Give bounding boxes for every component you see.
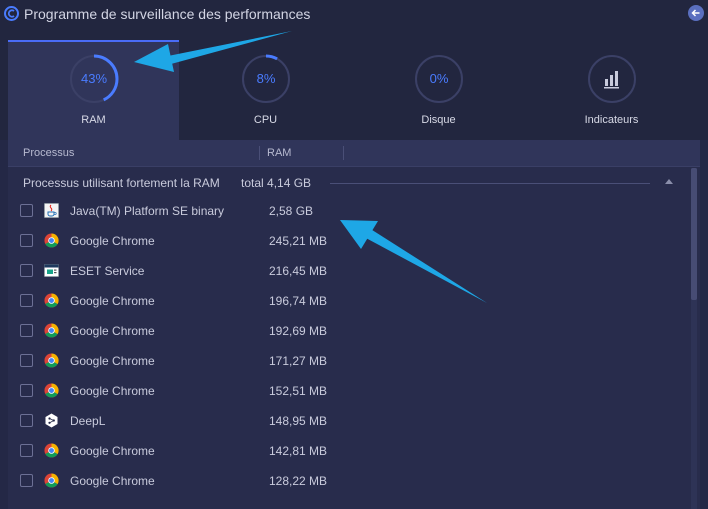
table-row[interactable]: Google Chrome 171,27 MB (8, 347, 688, 377)
process-name: Google Chrome (70, 384, 155, 398)
table-row[interactable]: Google Chrome 245,21 MB (8, 227, 688, 257)
ram-percent: 43% (80, 71, 108, 86)
process-name: ESET Service (70, 264, 145, 278)
eset-icon (44, 264, 59, 277)
java-icon (44, 203, 59, 218)
vertical-scrollbar[interactable] (691, 168, 697, 509)
table-row[interactable]: Google Chrome 196,74 MB (8, 287, 688, 317)
row-checkbox[interactable] (20, 444, 33, 457)
tab-ram[interactable]: 43% RAM (8, 40, 179, 140)
table-row[interactable]: Google Chrome 142,81 MB (8, 437, 688, 467)
table-row[interactable]: Google Chrome 128,22 MB (8, 467, 688, 497)
table-row[interactable]: Google Chrome 152,51 MB (8, 377, 688, 407)
process-name: DeepL (70, 414, 106, 428)
row-checkbox[interactable] (20, 324, 33, 337)
table-header: Processus RAM (8, 140, 700, 167)
table-row[interactable]: DeepL 148,95 MB (8, 407, 688, 437)
collapse-icon[interactable] (665, 179, 673, 184)
row-checkbox[interactable] (20, 264, 33, 277)
metric-tabs: 43% RAM 8% CPU 0% Disque Indicateurs (0, 28, 708, 142)
row-checkbox[interactable] (20, 384, 33, 397)
group-divider (330, 183, 650, 184)
process-group: Processus utilisant fortement la RAM tot… (8, 168, 700, 196)
process-name: Google Chrome (70, 444, 155, 458)
app-logo-icon (4, 6, 19, 21)
row-checkbox[interactable] (20, 234, 33, 247)
indicators-badge (588, 55, 636, 103)
title-bar: Programme de surveillance des performanc… (0, 0, 708, 28)
tab-label-ram: RAM (81, 114, 106, 126)
chrome-icon (44, 353, 59, 368)
process-name: Google Chrome (70, 234, 155, 248)
process-panel: Processus RAM Processus utilisant fortem… (8, 140, 700, 509)
process-ram: 148,95 MB (269, 414, 328, 428)
process-ram: 171,27 MB (269, 354, 328, 368)
process-ram: 216,45 MB (269, 264, 328, 278)
column-divider[interactable] (343, 146, 344, 160)
column-header-process[interactable]: Processus (23, 147, 74, 159)
tab-label-cpu: CPU (253, 114, 278, 126)
group-label: Processus utilisant fortement la RAM (23, 176, 220, 190)
column-header-ram[interactable]: RAM (267, 147, 291, 159)
scrollbar-thumb[interactable] (691, 168, 697, 300)
chrome-icon (44, 323, 59, 338)
chrome-icon (44, 443, 59, 458)
process-name: Google Chrome (70, 354, 155, 368)
back-button[interactable] (688, 5, 704, 21)
process-name: Java(TM) Platform SE binary (70, 204, 225, 218)
column-divider[interactable] (259, 146, 260, 160)
row-checkbox[interactable] (20, 474, 33, 487)
tab-indicators[interactable]: Indicateurs (526, 40, 697, 140)
table-row[interactable]: Google Chrome 192,69 MB (8, 317, 688, 347)
process-ram: 192,69 MB (269, 324, 328, 338)
tab-label-indicators: Indicateurs (584, 114, 639, 126)
chrome-icon (44, 233, 59, 248)
process-name: Google Chrome (70, 324, 155, 338)
tab-disk[interactable]: 0% Disque (353, 40, 524, 140)
process-ram: 2,58 GB (269, 204, 314, 218)
row-checkbox[interactable] (20, 204, 33, 217)
process-ram: 196,74 MB (269, 294, 328, 308)
process-ram: 142,81 MB (269, 444, 328, 458)
tab-label-disk: Disque (421, 114, 456, 126)
chrome-icon (44, 293, 59, 308)
window-title: Programme de surveillance des performanc… (24, 6, 311, 22)
arrow-left-icon (691, 9, 700, 17)
row-checkbox[interactable] (20, 294, 33, 307)
process-name: Google Chrome (70, 474, 155, 488)
bar-chart-icon (604, 71, 619, 89)
process-ram: 245,21 MB (269, 234, 328, 248)
deepl-icon (45, 413, 58, 428)
cpu-percent: 8% (256, 71, 276, 86)
group-total: total 4,14 GB (241, 176, 312, 190)
disk-percent: 0% (429, 71, 449, 86)
process-ram: 152,51 MB (269, 384, 328, 398)
table-row[interactable]: ESET Service 216,45 MB (8, 257, 688, 287)
table-row[interactable]: Java(TM) Platform SE binary 2,58 GB (8, 197, 688, 227)
process-name: Google Chrome (70, 294, 155, 308)
chrome-icon (44, 383, 59, 398)
row-checkbox[interactable] (20, 414, 33, 427)
tab-cpu[interactable]: 8% CPU (180, 40, 351, 140)
process-ram: 128,22 MB (269, 474, 328, 488)
chrome-icon (44, 473, 59, 488)
row-checkbox[interactable] (20, 354, 33, 367)
